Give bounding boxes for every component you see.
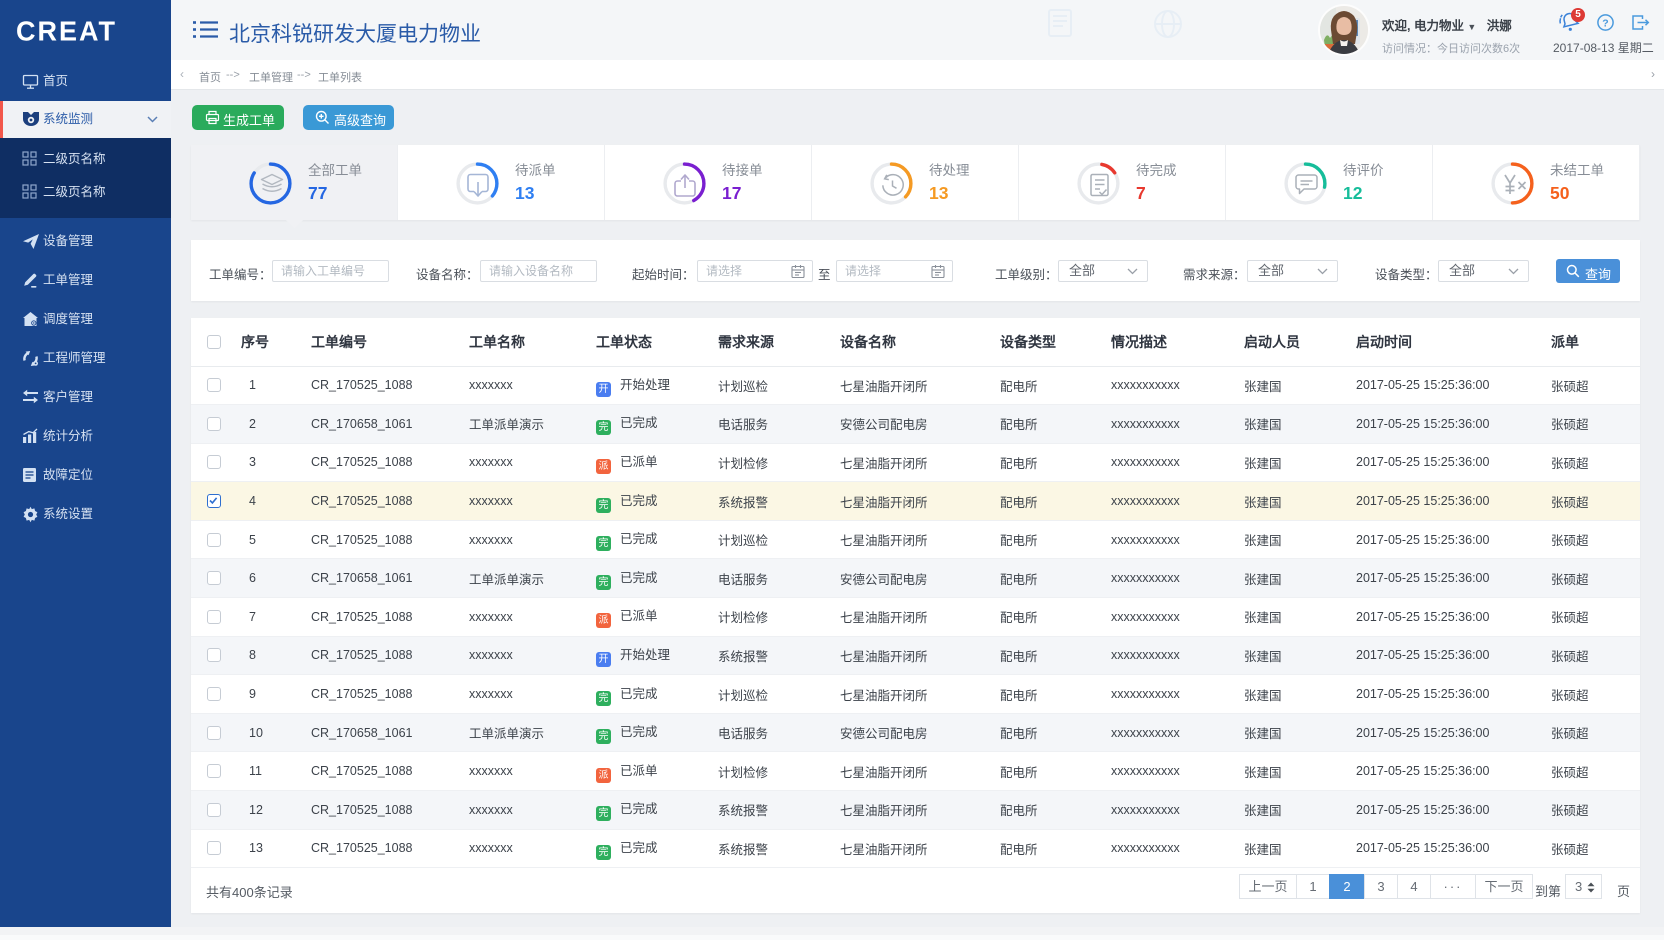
svg-text:?: ? [1602, 18, 1608, 30]
